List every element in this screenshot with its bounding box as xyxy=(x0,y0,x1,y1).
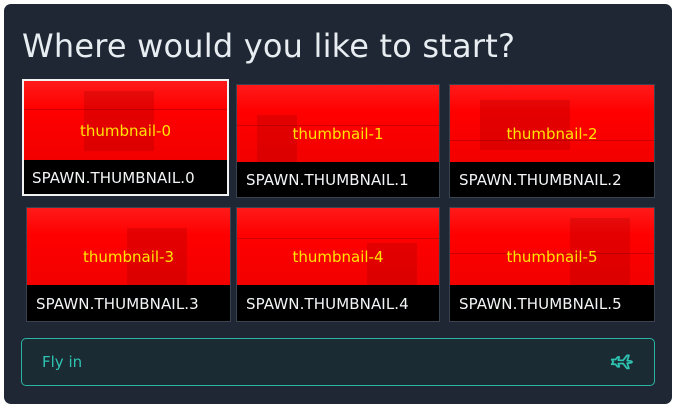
spawn-tile-5[interactable]: thumbnail-5 SPAWN.THUMBNAIL.5 xyxy=(449,207,655,322)
thumbnail-label: thumbnail-2 xyxy=(506,124,598,143)
spawn-dialog: Where would you like to start? thumbnail… xyxy=(4,4,672,404)
spawn-thumbnail-4: thumbnail-4 xyxy=(237,208,439,285)
spawn-thumbnail-0: thumbnail-0 xyxy=(24,81,227,160)
fly-in-button[interactable]: Fly in xyxy=(21,338,655,386)
spawn-thumbnail-1: thumbnail-1 xyxy=(237,85,439,162)
spawn-caption: SPAWN.THUMBNAIL.1 xyxy=(246,171,409,189)
spawn-thumbnail-3: thumbnail-3 xyxy=(27,208,230,285)
spawn-tile-4[interactable]: thumbnail-4 SPAWN.THUMBNAIL.4 xyxy=(236,207,440,322)
thumbnail-label: thumbnail-3 xyxy=(82,247,175,266)
spawn-tile-3[interactable]: thumbnail-3 SPAWN.THUMBNAIL.3 xyxy=(26,207,231,322)
spawn-caption: SPAWN.THUMBNAIL.4 xyxy=(246,295,409,313)
spawn-caption: SPAWN.THUMBNAIL.3 xyxy=(36,295,199,313)
fly-in-label: Fly in xyxy=(42,353,83,371)
spawn-tile-1[interactable]: thumbnail-1 SPAWN.THUMBNAIL.1 xyxy=(236,84,440,198)
airplane-icon xyxy=(609,350,635,376)
thumbnail-label: thumbnail-1 xyxy=(292,124,384,143)
thumbnail-label: thumbnail-4 xyxy=(292,247,384,266)
spawn-caption: SPAWN.THUMBNAIL.5 xyxy=(459,295,622,313)
thumbnail-label: thumbnail-0 xyxy=(79,121,172,140)
spawn-thumbnail-2: thumbnail-2 xyxy=(450,85,654,162)
spawn-tile-2[interactable]: thumbnail-2 SPAWN.THUMBNAIL.2 xyxy=(449,84,655,198)
dialog-title: Where would you like to start? xyxy=(22,27,516,65)
spawn-caption: SPAWN.THUMBNAIL.0 xyxy=(32,169,195,187)
spawn-caption: SPAWN.THUMBNAIL.2 xyxy=(459,171,622,189)
thumbnail-label: thumbnail-5 xyxy=(506,247,598,266)
spawn-thumbnail-5: thumbnail-5 xyxy=(450,208,654,285)
spawn-tile-0[interactable]: thumbnail-0 SPAWN.THUMBNAIL.0 xyxy=(22,79,229,196)
